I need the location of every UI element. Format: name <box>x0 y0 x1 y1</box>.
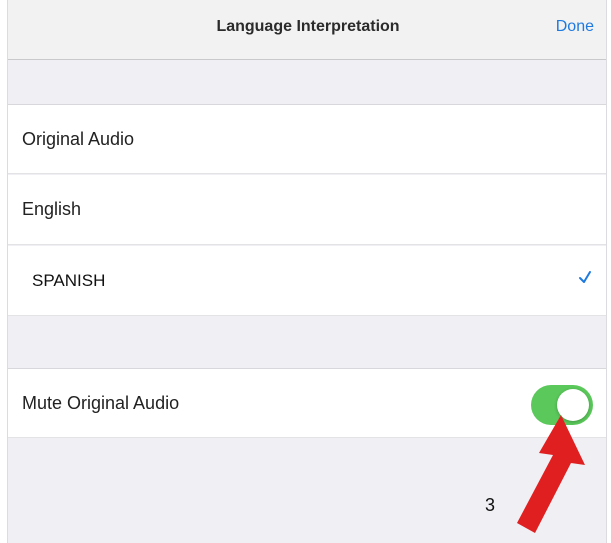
annotation-number: 3 <box>485 495 496 515</box>
language-interpretation-screen: Language Interpretation Done Original Au… <box>7 0 607 543</box>
arrow-icon <box>517 415 585 533</box>
done-button[interactable]: Done <box>556 18 594 36</box>
language-option-label: SPANISH <box>32 271 106 290</box>
page-title: Language Interpretation <box>216 18 400 35</box>
checkmark-icon <box>579 271 591 283</box>
language-option-spanish[interactable]: SPANISH <box>8 246 606 316</box>
navigation-bar: Language Interpretation Done <box>8 0 606 60</box>
mute-original-audio-label: Mute Original Audio <box>22 393 180 413</box>
language-option-label: English <box>22 199 82 219</box>
language-option-label: Original Audio <box>22 129 135 149</box>
language-option-english[interactable]: English <box>8 175 606 245</box>
language-option-original-audio[interactable]: Original Audio <box>8 104 606 174</box>
